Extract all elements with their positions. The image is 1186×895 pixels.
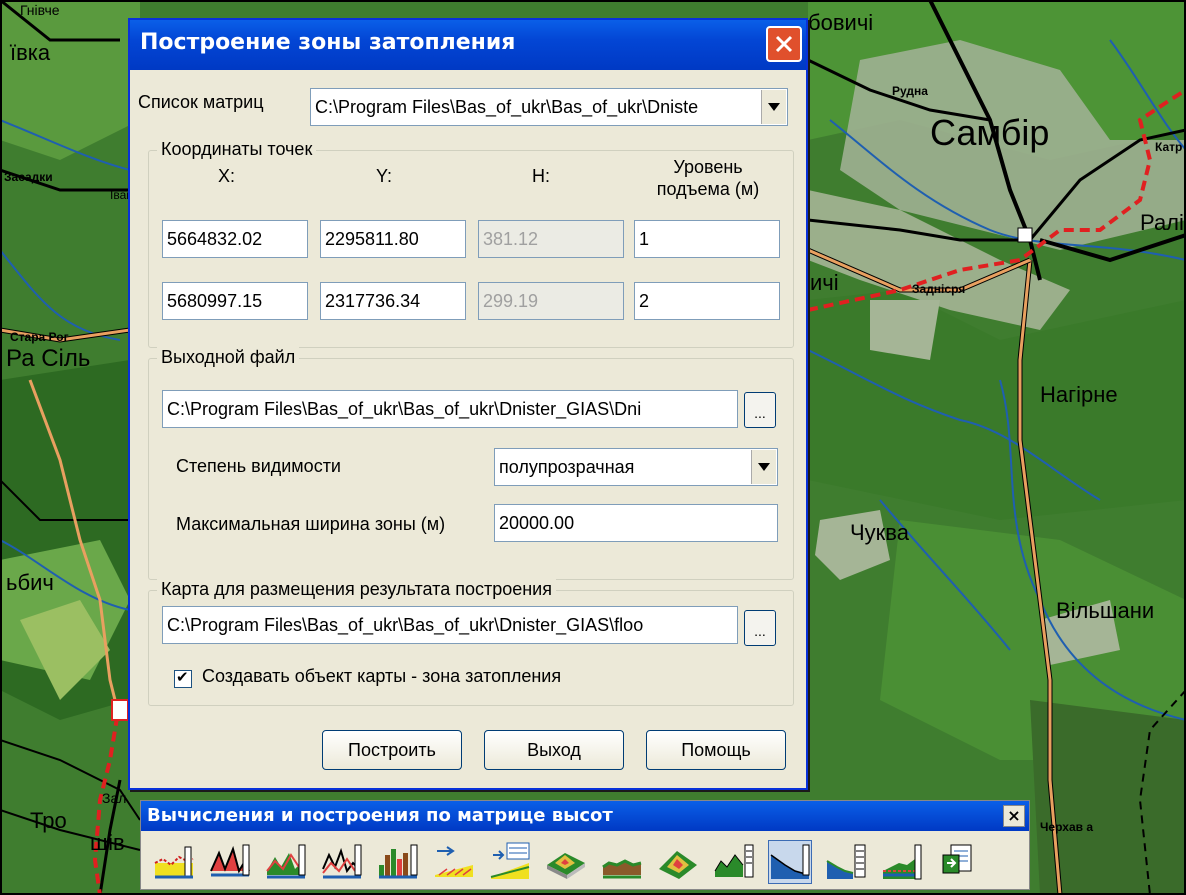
- max-width-label: Максимальная ширина зоны (м): [176, 514, 446, 534]
- max-width-input[interactable]: 20000.00: [494, 504, 778, 542]
- map-label-chukva: Чуква: [850, 520, 909, 545]
- map-label-hnivche: Гнівче: [20, 2, 60, 18]
- slope-tool-icon[interactable]: [433, 841, 475, 883]
- map-label-ychi: ичі: [810, 270, 839, 295]
- map-browse-button[interactable]: ...: [744, 610, 776, 646]
- dialog-title: Построение зоны затопления: [140, 30, 516, 55]
- map-label-nahirne: Нагірне: [1040, 382, 1118, 407]
- profile-frame-tool-icon[interactable]: [713, 841, 755, 883]
- coords-group-title: Координаты точек: [157, 139, 317, 160]
- output-path-input[interactable]: C:\Program Files\Bas_of_ukr\Bas_of_ukr\D…: [162, 390, 738, 428]
- relief-3d-tool-icon[interactable]: [545, 841, 587, 883]
- chevron-down-icon[interactable]: [751, 450, 776, 484]
- col-x-header: X:: [218, 166, 236, 186]
- col-level-header: Уровень подъема (м): [656, 157, 760, 199]
- map-group-title: Карта для размещения результата построен…: [157, 579, 556, 600]
- toolbar-title: Вычисления и построения по матрице высот: [147, 805, 613, 826]
- map-label-shchiv: щів: [90, 830, 125, 855]
- multi-section-tool-icon[interactable]: [265, 841, 307, 883]
- elevation-toolbar: Вычисления и построения по матрице высот…: [140, 800, 1030, 890]
- matrices-select[interactable]: C:\Program Files\Bas_of_ukr\Bas_of_ukr\D…: [310, 88, 788, 126]
- profile-compare-tool-icon[interactable]: [321, 841, 363, 883]
- help-button[interactable]: Помощь: [646, 730, 786, 770]
- toolbar-titlebar[interactable]: Вычисления и построения по матрице высот…: [141, 801, 1029, 831]
- col-h-header: H:: [532, 166, 550, 186]
- toolbar-close-button[interactable]: ×: [1003, 805, 1025, 827]
- map-label-katr: Катр: [1155, 140, 1183, 154]
- create-object-label[interactable]: Создавать объект карты - зона затопления: [202, 666, 561, 687]
- flood-table-tool-icon[interactable]: [825, 841, 867, 883]
- map-path-input[interactable]: C:\Program Files\Bas_of_ukr\Bas_of_ukr\D…: [162, 606, 738, 644]
- chevron-down-icon[interactable]: [761, 90, 786, 124]
- map-label-stara-rog: Стара Рог: [10, 330, 69, 344]
- slope-table-tool-icon[interactable]: [489, 841, 531, 883]
- matrices-label: Список матриц: [138, 92, 264, 112]
- point2-x-input[interactable]: 5680997.15: [162, 282, 308, 320]
- point1-h-input: 381.12: [478, 220, 624, 258]
- col-y-header: Y:: [376, 166, 393, 186]
- map-label-sambir: Самбір: [930, 112, 1050, 153]
- profile-tool-icon[interactable]: [153, 841, 195, 883]
- visibility-select-value: полупрозрачная: [499, 457, 635, 477]
- map-label-bovychi: бовичі: [808, 10, 874, 35]
- dialog-titlebar[interactable]: Построение зоны затопления: [130, 20, 806, 70]
- hill-3d-tool-icon[interactable]: [657, 841, 699, 883]
- output-browse-button[interactable]: ...: [744, 392, 776, 428]
- terrain-strip-tool-icon[interactable]: [601, 841, 643, 883]
- point2-h-input: 299.19: [478, 282, 624, 320]
- map-label-zadnisria: Заднісря: [912, 282, 966, 296]
- point1-y-input[interactable]: 2295811.80: [320, 220, 466, 258]
- map-label-byich: ьбич: [6, 570, 54, 595]
- map-label-cherkhava: Черхав а: [1040, 820, 1094, 834]
- point1-level-input[interactable]: 1: [634, 220, 780, 258]
- matrices-select-value: C:\Program Files\Bas_of_ukr\Bas_of_ukr\D…: [315, 97, 699, 117]
- create-object-checkbox[interactable]: [174, 668, 192, 688]
- close-icon: [775, 35, 793, 53]
- flood-zone-tool-icon[interactable]: [768, 840, 812, 884]
- section-tool-icon[interactable]: [209, 841, 251, 883]
- map-label-zal: Зал: [102, 790, 127, 806]
- histogram-tool-icon[interactable]: [377, 841, 419, 883]
- output-group-title: Выходной файл: [157, 347, 300, 368]
- export-tool-icon[interactable]: [937, 841, 979, 883]
- map-label-ra-sil: Ра Сіль: [6, 345, 91, 372]
- map-label-tro: Тро: [30, 808, 67, 833]
- exit-button[interactable]: Выход: [484, 730, 624, 770]
- map-label-ivka: ївка: [10, 40, 51, 65]
- map-label-rudna: Рудна: [892, 84, 928, 98]
- visibility-select[interactable]: полупрозрачная: [494, 448, 778, 486]
- level-line-tool-icon[interactable]: [881, 841, 923, 883]
- visibility-label: Степень видимости: [176, 456, 341, 476]
- build-button[interactable]: Построить: [322, 730, 462, 770]
- point1-x-input[interactable]: 5664832.02: [162, 220, 308, 258]
- map-label-zasadky: Засадки: [4, 170, 53, 184]
- close-button[interactable]: [766, 26, 802, 62]
- map-label-rali: Ралі: [1140, 210, 1184, 235]
- point2-y-input[interactable]: 2317736.34: [320, 282, 466, 320]
- map-label-vilshany: Вільшани: [1056, 598, 1155, 623]
- point2-level-input[interactable]: 2: [634, 282, 780, 320]
- flood-zone-dialog: Построение зоны затопления Список матриц…: [128, 18, 808, 790]
